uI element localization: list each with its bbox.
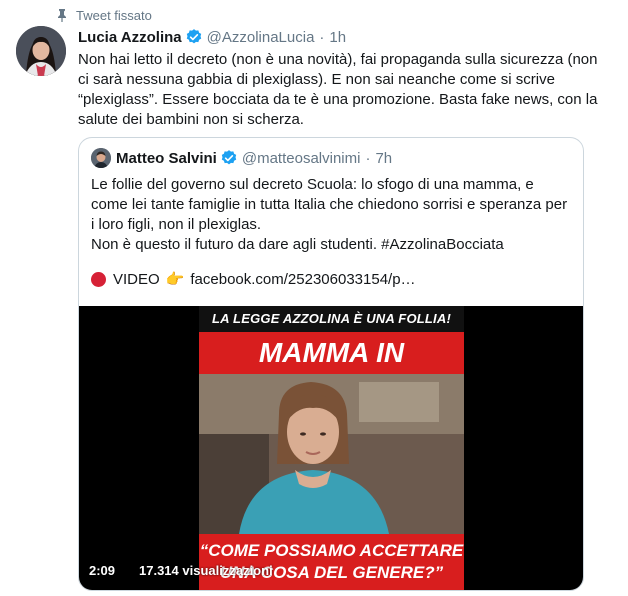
video-thumbnail: LA LEGGE AZZOLINA È UNA FOLLIA! MAMMA IN… bbox=[199, 306, 464, 590]
verified-badge-icon bbox=[221, 150, 237, 165]
quoted-tweet-text: Le follie del governo sul decreto Scuola… bbox=[91, 175, 573, 255]
separator-dot: · bbox=[365, 149, 371, 167]
thumbnail-headline: MAMMA IN LACRIME bbox=[199, 332, 464, 410]
red-circle-icon bbox=[91, 271, 106, 287]
video-label: VIDEO bbox=[113, 270, 160, 288]
verified-badge-icon bbox=[186, 29, 201, 44]
quoted-tweet[interactable]: Matteo Salvini @matteosalvinimi · 7h Le … bbox=[78, 137, 584, 591]
facebook-link[interactable]: facebook.com/252306033154/p… bbox=[190, 271, 415, 288]
video-duration: 2:09 bbox=[89, 562, 116, 578]
video-player[interactable]: LA LEGGE AZZOLINA È UNA FOLLIA! MAMMA IN… bbox=[79, 306, 583, 590]
thumbnail-caption-top: LA LEGGE AZZOLINA È UNA FOLLIA! bbox=[199, 306, 464, 332]
pinned-tweet-indicator: Tweet fissato bbox=[56, 6, 152, 24]
pinned-label: Tweet fissato bbox=[76, 7, 152, 23]
tweet-header: Lucia Azzolina @AzzolinaLucia · 1h bbox=[78, 28, 346, 46]
quoted-text-paragraph-1: Le follie del governo sul decreto Scuola… bbox=[91, 176, 568, 233]
quoted-text-paragraph-2: Non è questo il futuro da dare agli stud… bbox=[91, 236, 504, 253]
quoted-author-avatar bbox=[91, 148, 111, 168]
tweet-text: Non hai letto il decreto (non è una novi… bbox=[78, 51, 598, 128]
quoted-author-name[interactable]: Matteo Salvini bbox=[116, 150, 217, 167]
video-view-count: 17.314 visualizzazioni bbox=[139, 562, 273, 578]
author-handle[interactable]: @AzzolinaLucia bbox=[207, 29, 315, 46]
author-name[interactable]: Lucia Azzolina bbox=[78, 29, 182, 46]
quoted-tweet-header: Matteo Salvini @matteosalvinimi · 7h bbox=[91, 148, 392, 168]
separator-dot: · bbox=[319, 28, 325, 46]
quoted-author-handle[interactable]: @matteosalvinimi bbox=[242, 150, 361, 167]
quoted-video-link-line: VIDEO 👉 facebook.com/252306033154/p… bbox=[91, 270, 416, 288]
author-avatar[interactable] bbox=[16, 26, 66, 76]
quoted-avatar-image bbox=[91, 148, 111, 168]
pointing-right-hand-icon: 👉 bbox=[165, 271, 185, 288]
quoted-tweet-timestamp[interactable]: 7h bbox=[375, 150, 392, 167]
thumbnail-scene-image bbox=[199, 374, 464, 534]
tweet-timestamp[interactable]: 1h bbox=[329, 29, 346, 46]
avatar-image bbox=[16, 26, 66, 76]
pin-icon bbox=[58, 9, 66, 22]
